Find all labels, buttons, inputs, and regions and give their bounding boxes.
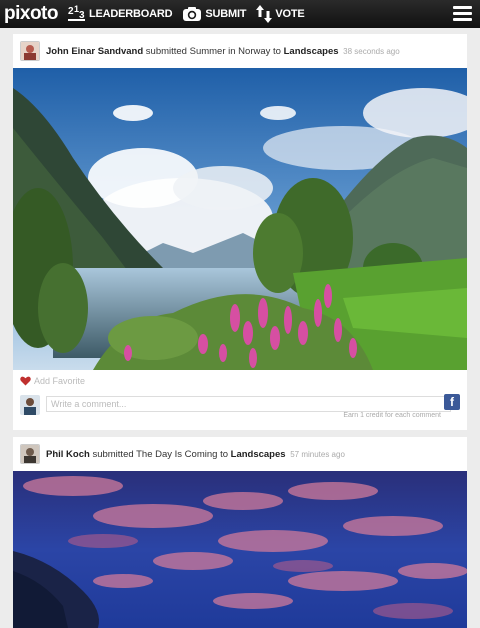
feed-item-header: John Einar Sandvand submitted Summer in … bbox=[13, 34, 467, 68]
feed-item: Phil Koch submitted The Day Is Coming to… bbox=[13, 437, 467, 628]
leaderboard-icon: 2 1 3 bbox=[68, 4, 85, 21]
user-avatar[interactable] bbox=[20, 444, 40, 464]
feed-item: John Einar Sandvand submitted Summer in … bbox=[13, 34, 467, 430]
vote-arrows-icon bbox=[256, 5, 273, 23]
add-favorite-label: Add Favorite bbox=[34, 376, 86, 386]
credit-note: Earn 1 credit for each comment bbox=[343, 412, 441, 419]
timestamp: 38 seconds ago bbox=[343, 46, 400, 56]
nav-leaderboard[interactable]: 2 1 3 Leaderboard bbox=[68, 4, 173, 24]
pixoto-logo[interactable]: pixoto bbox=[4, 0, 59, 28]
photo-the-day-is-coming[interactable] bbox=[13, 471, 467, 628]
user-name-link[interactable]: John Einar Sandvand bbox=[46, 46, 143, 57]
action-text: submitted bbox=[92, 448, 134, 460]
nav-leaderboard-label: Leaderboard bbox=[89, 8, 173, 20]
feed-item-header: Phil Koch submitted The Day Is Coming to… bbox=[13, 437, 467, 471]
connector-text: to bbox=[273, 45, 281, 57]
category-link[interactable]: Landscapes bbox=[284, 46, 339, 57]
connector-text: to bbox=[220, 448, 228, 460]
timestamp: 57 minutes ago bbox=[290, 449, 345, 459]
current-user-avatar bbox=[20, 395, 40, 415]
action-text: submitted bbox=[145, 45, 187, 57]
feed-item-text: Phil Koch submitted The Day Is Coming to… bbox=[46, 449, 345, 460]
nav-submit-label: Submit bbox=[205, 8, 247, 20]
photo-title-link[interactable]: The Day Is Coming bbox=[136, 449, 217, 460]
photo-title-link[interactable]: Summer in Norway bbox=[190, 46, 271, 57]
category-link[interactable]: Landscapes bbox=[231, 449, 286, 460]
facebook-share-icon[interactable]: f bbox=[444, 394, 460, 410]
photo-summer-in-norway[interactable] bbox=[13, 68, 467, 370]
user-name-link[interactable]: Phil Koch bbox=[46, 449, 90, 460]
camera-icon bbox=[183, 7, 202, 21]
hamburger-menu-icon[interactable] bbox=[453, 6, 472, 22]
comment-input[interactable] bbox=[46, 396, 451, 412]
user-avatar[interactable] bbox=[20, 41, 40, 61]
nav-vote-label: Vote bbox=[275, 8, 305, 20]
feed-item-text: John Einar Sandvand submitted Summer in … bbox=[46, 46, 400, 57]
top-navigation-bar: pixoto 2 1 3 Leaderboard Submit Vote bbox=[0, 0, 480, 28]
heart-icon bbox=[20, 376, 31, 386]
nav-vote[interactable]: Vote bbox=[256, 4, 305, 24]
comment-row: f Earn 1 credit for each comment bbox=[13, 392, 467, 419]
add-favorite-button[interactable]: Add Favorite bbox=[13, 370, 467, 392]
nav-submit[interactable]: Submit bbox=[182, 6, 247, 22]
